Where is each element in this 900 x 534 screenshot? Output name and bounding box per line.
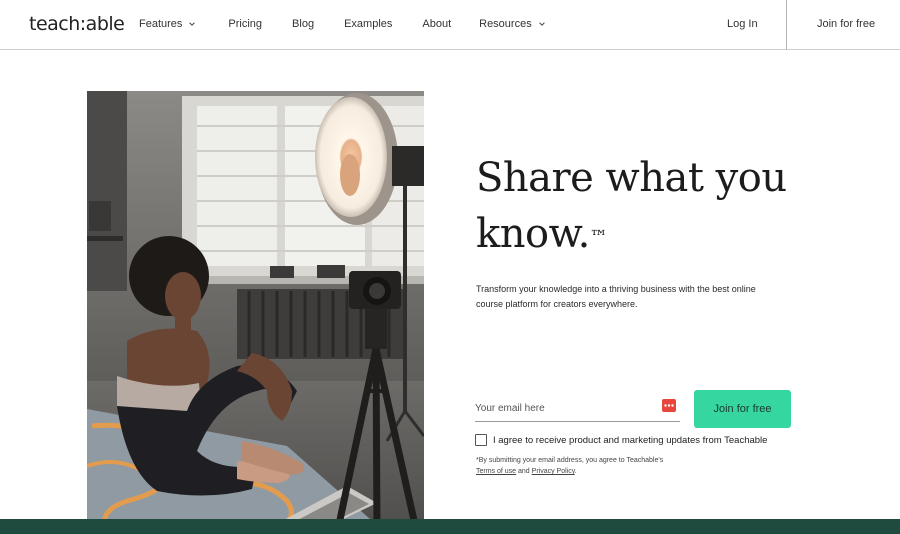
nav-resources-label: Resources: [479, 18, 532, 30]
consent-label: I agree to receive product and marketing…: [493, 434, 768, 446]
nav-blog-label: Blog: [292, 18, 315, 30]
hero-photo: [87, 91, 424, 534]
nav-about-label: About: [422, 18, 452, 30]
fineprint-prefix: *By submitting your email address, you a…: [476, 457, 664, 464]
consent-row: I agree to receive product and marketing…: [475, 434, 767, 446]
header-join-button[interactable]: Join for free: [817, 18, 875, 30]
nav-about[interactable]: About: [422, 18, 451, 30]
site-header: teach:able Features Pricing Blog Example…: [0, 0, 900, 50]
nav-blog[interactable]: Blog: [292, 18, 314, 30]
hero-headline: Share what you know.™: [476, 150, 816, 262]
headline-line-2: know.: [476, 211, 590, 257]
email-field-wrapper: [475, 394, 680, 422]
email-input[interactable]: [475, 398, 655, 418]
consent-checkbox[interactable]: [475, 434, 487, 446]
main-nav: Features Pricing Blog Examples About Res…: [139, 18, 546, 30]
bottom-band: [0, 519, 900, 534]
login-link[interactable]: Log In: [727, 18, 758, 30]
chevron-down-icon: [538, 22, 545, 26]
headline-line-1: Share what you: [476, 155, 787, 201]
creator-filming-image: [87, 91, 424, 534]
header-divider: [786, 0, 787, 50]
nav-examples-label: Examples: [344, 18, 393, 30]
join-for-free-button[interactable]: Join for free: [694, 390, 791, 428]
chevron-down-icon: [189, 22, 196, 26]
privacy-policy-link[interactable]: Privacy Policy: [532, 468, 575, 475]
fineprint-and: and: [516, 468, 532, 475]
teachable-logo[interactable]: teach:able: [29, 13, 125, 35]
nav-examples[interactable]: Examples: [344, 18, 392, 30]
legal-fineprint: *By submitting your email address, you a…: [476, 455, 676, 477]
nav-features-label: Features: [139, 18, 183, 30]
nav-features[interactable]: Features: [139, 18, 196, 30]
nav-pricing[interactable]: Pricing: [228, 18, 262, 30]
trademark-symbol: ™: [589, 227, 608, 248]
terms-of-use-link[interactable]: Terms of use: [476, 468, 516, 475]
nav-resources[interactable]: Resources: [479, 18, 546, 30]
fineprint-suffix: .: [574, 468, 577, 475]
nav-pricing-label: Pricing: [228, 18, 263, 30]
hero-subtext: Transform your knowledge into a thriving…: [476, 284, 756, 309]
autofill-icon[interactable]: [662, 399, 676, 412]
